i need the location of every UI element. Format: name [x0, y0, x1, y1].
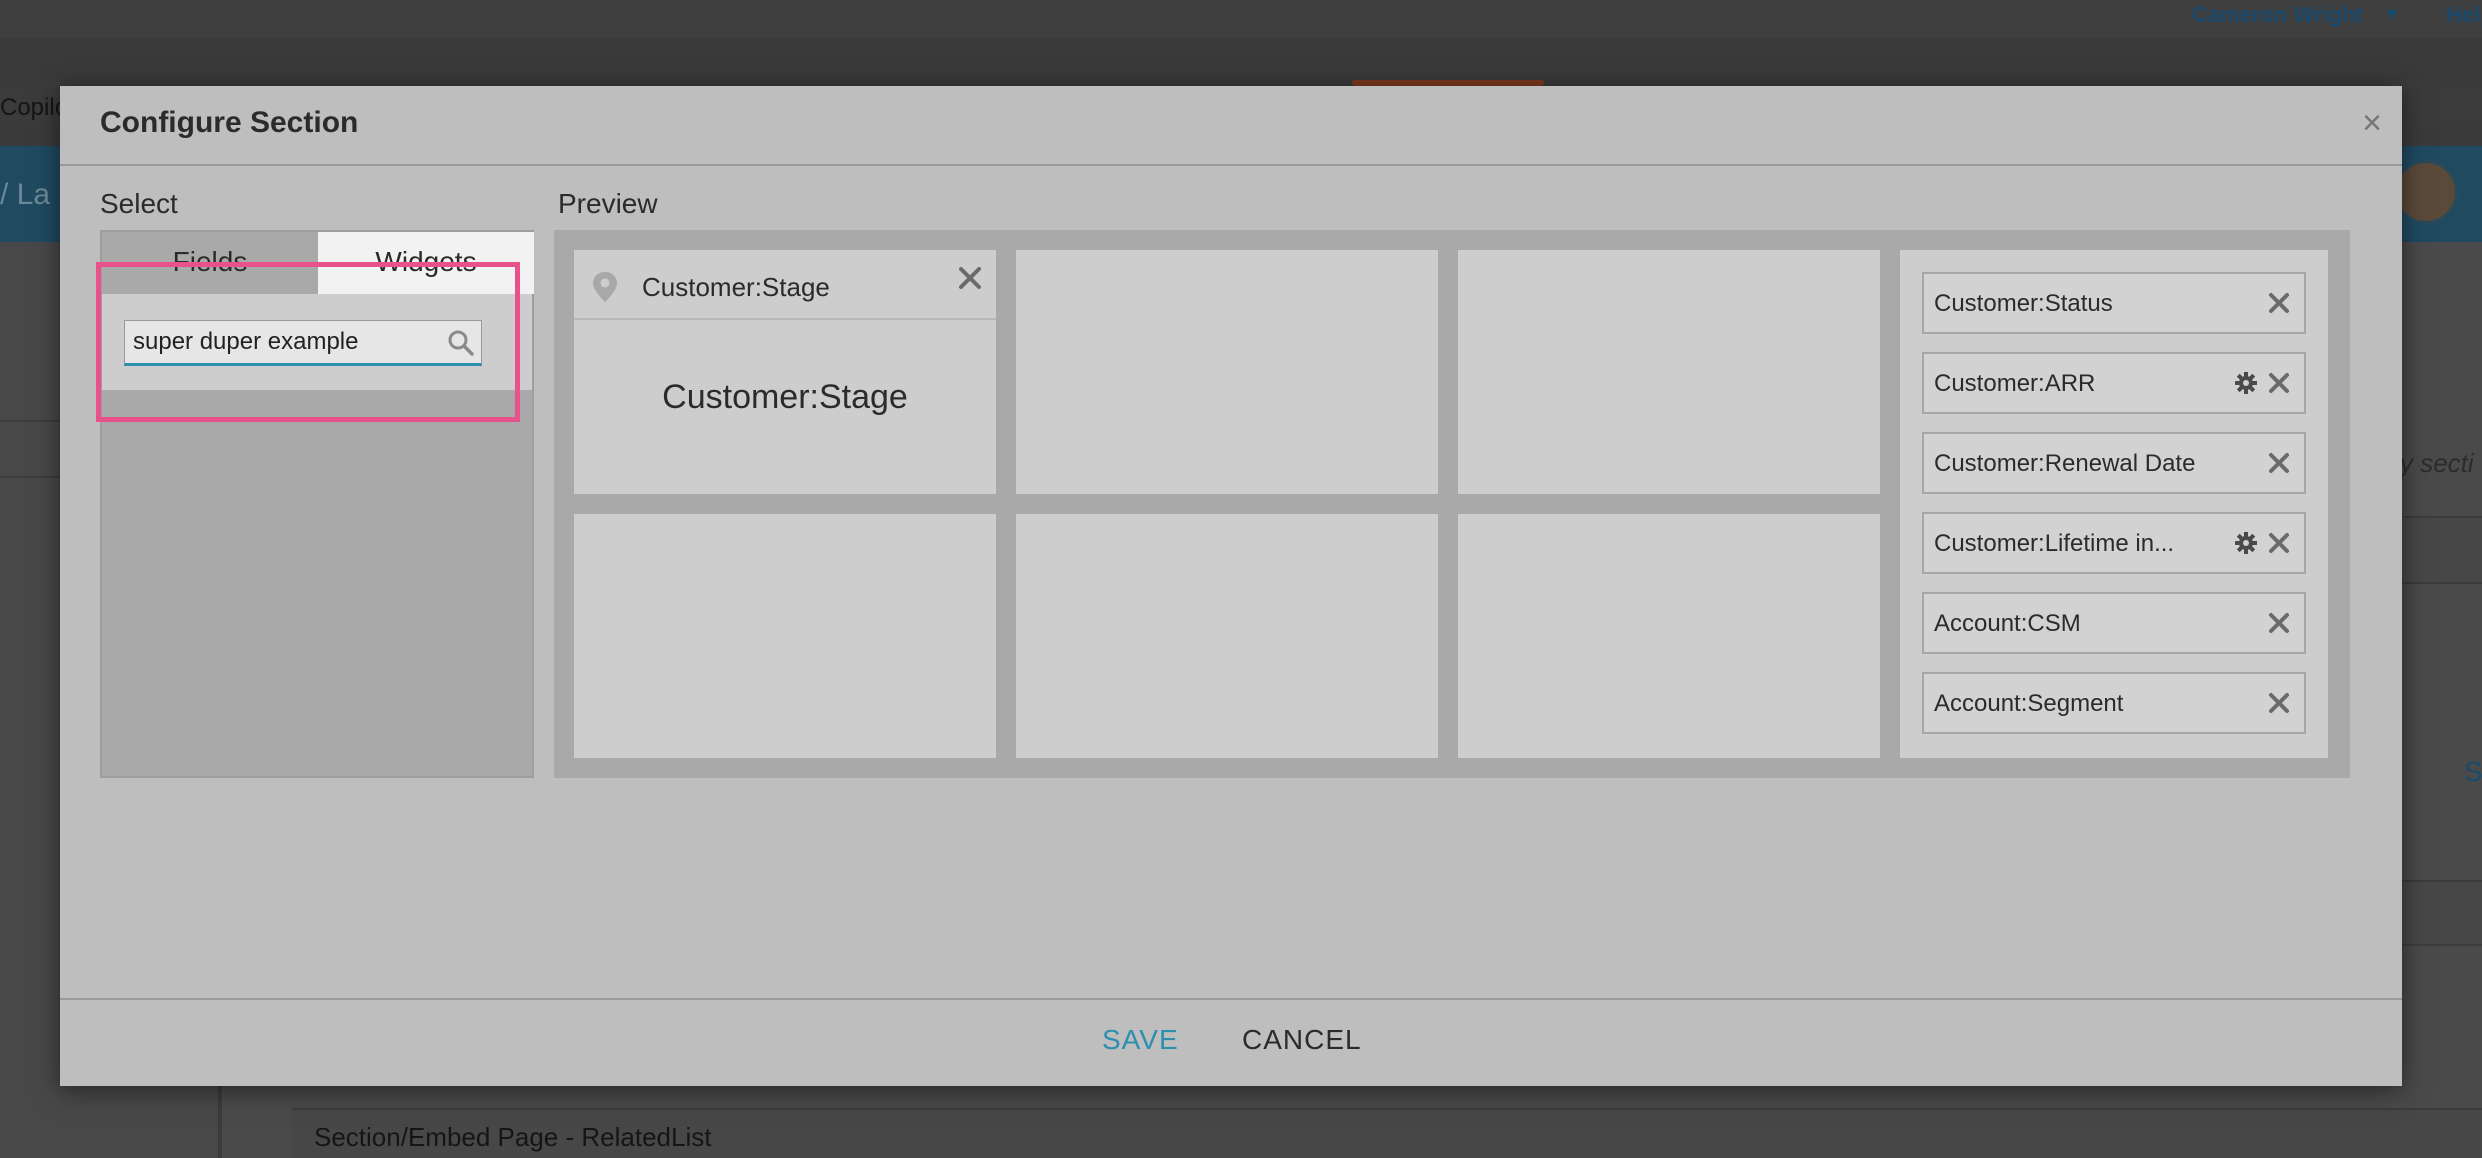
- preview-cell-empty[interactable]: [1458, 514, 1880, 758]
- remove-icon[interactable]: [2266, 450, 2292, 476]
- preview-label: Preview: [558, 188, 658, 219]
- field-item[interactable]: Account:Segment: [1922, 672, 2306, 734]
- location-pin-icon: [593, 272, 617, 302]
- remove-icon[interactable]: [2266, 610, 2292, 636]
- close-icon[interactable]: [956, 264, 984, 292]
- field-item[interactable]: Customer:Lifetime in...: [1922, 512, 2306, 574]
- related-list-row[interactable]: Section/Embed Page - RelatedList: [292, 1108, 2482, 1158]
- remove-icon[interactable]: [2266, 530, 2292, 556]
- field-item-label: Customer:Lifetime in...: [1934, 530, 2175, 557]
- search-input[interactable]: [125, 321, 435, 363]
- field-item-label: Customer:Renewal Date: [1934, 450, 2196, 477]
- field-item-label: Customer:ARR: [1934, 370, 2096, 397]
- field-item-label: Account:CSM: [1934, 610, 2081, 637]
- field-item[interactable]: Customer:ARR: [1922, 352, 2306, 414]
- preview-cell-empty[interactable]: [574, 514, 996, 758]
- save-button[interactable]: SAVE: [1102, 1024, 1179, 1056]
- tab-fields[interactable]: Fields: [102, 232, 318, 294]
- app-top-bar: [0, 0, 2482, 38]
- preview-cell-placed[interactable]: Customer:Stage Customer:Stage: [574, 250, 996, 494]
- remove-icon[interactable]: [2266, 690, 2292, 716]
- preview-cell-body-label: Customer:Stage: [662, 378, 908, 416]
- search-area: [102, 294, 532, 390]
- dialog-footer: SAVE CANCEL: [60, 998, 2402, 1086]
- divider: [220, 1086, 222, 1158]
- field-item[interactable]: Customer:Status: [1922, 272, 2306, 334]
- configure-section-dialog: Configure Section × Select Preview Field…: [60, 86, 2402, 1086]
- select-label: Select: [100, 188, 178, 219]
- field-item[interactable]: Customer:Renewal Date: [1922, 432, 2306, 494]
- field-list: Customer:Status Customer:ARR Customer:Re…: [1900, 250, 2328, 758]
- user-menu-name[interactable]: Cameron Wright: [2192, 2, 2363, 28]
- gear-icon[interactable]: [2234, 371, 2258, 395]
- cancel-button[interactable]: CANCEL: [1242, 1024, 1362, 1056]
- preview-cell-header-label: Customer:Stage: [642, 272, 830, 302]
- preview-cell-header: Customer:Stage: [574, 250, 996, 320]
- remove-icon[interactable]: [2266, 370, 2292, 396]
- remove-icon[interactable]: [2266, 290, 2292, 316]
- user-menu-caret-icon[interactable]: ▼: [2383, 4, 2401, 25]
- tab-widgets[interactable]: Widgets: [318, 232, 534, 294]
- select-tabs: Fields Widgets: [102, 232, 534, 294]
- preview-cell-empty[interactable]: [1016, 514, 1438, 758]
- background-link[interactable]: S: [2464, 756, 2482, 788]
- search-box[interactable]: [124, 320, 482, 366]
- dialog-title: Configure Section: [100, 106, 359, 139]
- breadcrumb: / La: [0, 178, 51, 211]
- avatar[interactable]: [2394, 160, 2458, 224]
- field-item[interactable]: Account:CSM: [1922, 592, 2306, 654]
- field-item-label: Account:Segment: [1934, 690, 2124, 717]
- preview-grid: Customer:Stage Customer:Stage Customer:S…: [554, 230, 2350, 778]
- section-hint-text: y secti: [2400, 448, 2474, 478]
- field-item-label: Customer:Status: [1934, 290, 2113, 317]
- background-row: [2400, 516, 2482, 584]
- close-icon[interactable]: ×: [2362, 104, 2382, 143]
- background-row: [2400, 880, 2482, 946]
- search-icon[interactable]: [447, 329, 475, 357]
- dialog-header: Configure Section ×: [60, 86, 2402, 166]
- gear-icon[interactable]: [2234, 531, 2258, 555]
- preview-cell-empty[interactable]: [1458, 250, 1880, 494]
- help-link[interactable]: Help: [2446, 2, 2482, 28]
- preview-cell-empty[interactable]: [1016, 250, 1438, 494]
- select-panel: Fields Widgets: [100, 230, 534, 778]
